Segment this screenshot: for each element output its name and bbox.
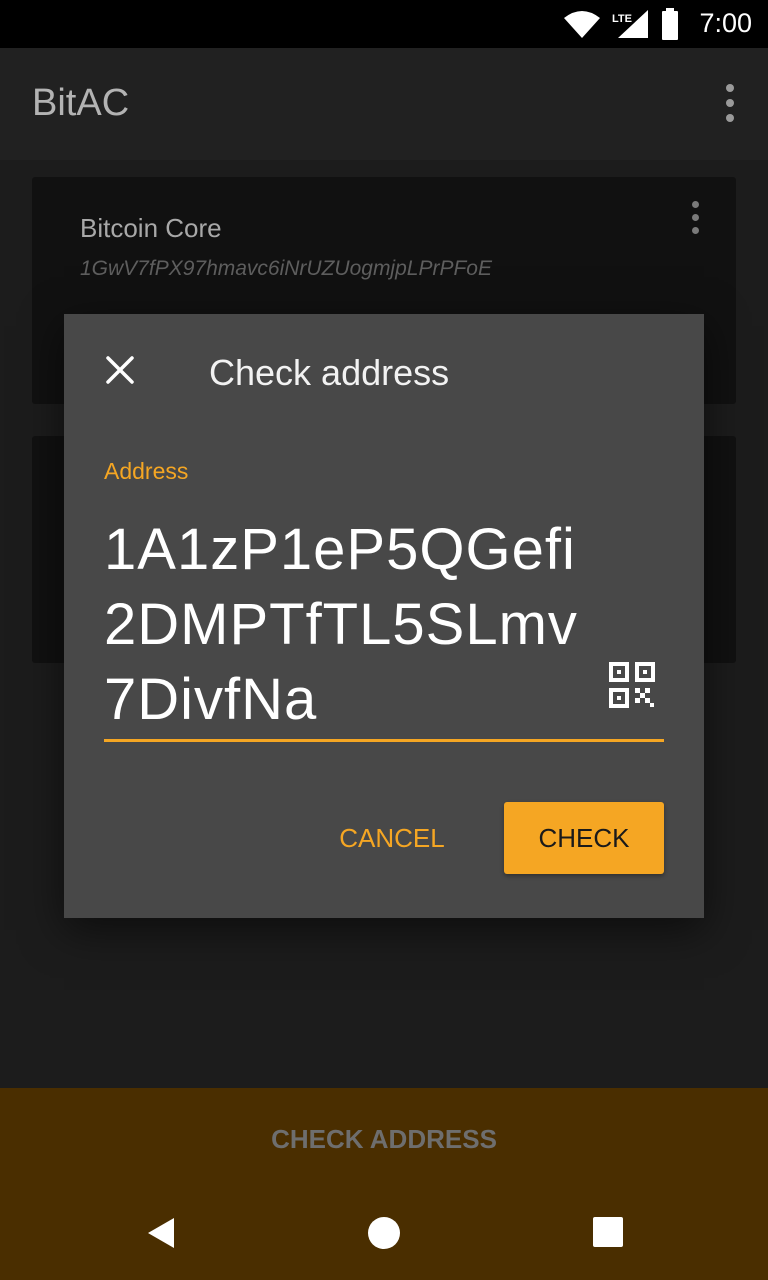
address-field-label: Address (104, 458, 189, 484)
home-icon[interactable] (367, 1216, 401, 1250)
qr-code-scan-icon[interactable] (609, 662, 655, 708)
status-time: 7:00 (699, 8, 752, 38)
check-button[interactable]: CHECK (504, 802, 664, 874)
wifi-icon (564, 11, 600, 38)
lte-signal-icon: LTE (612, 10, 648, 38)
status-icons: LTE (564, 8, 678, 40)
cancel-button[interactable]: CANCEL (322, 802, 462, 874)
dialog-title: Check address (209, 352, 450, 393)
address-field-underline (104, 739, 664, 742)
address-input[interactable]: 1A1zP1eP5QGefi2DMPTfTL5SLmv7DivfNa (104, 512, 584, 737)
check-address-dialog: Check address Address 1A1zP1eP5QGefi2DMP… (64, 314, 704, 918)
close-icon[interactable] (104, 354, 136, 386)
navigation-bar (0, 1186, 768, 1280)
status-bar: LTE 7:00 (0, 0, 768, 48)
back-icon[interactable] (144, 1216, 178, 1250)
battery-icon (662, 8, 678, 40)
recents-icon[interactable] (592, 1216, 624, 1248)
svg-text:LTE: LTE (612, 13, 632, 25)
